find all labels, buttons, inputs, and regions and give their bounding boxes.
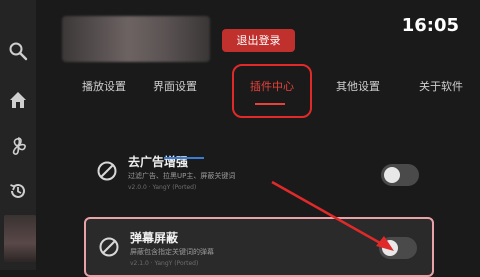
toggle-knob <box>384 167 400 183</box>
disabled-icon <box>96 160 118 182</box>
disabled-icon <box>98 236 120 258</box>
history-icon[interactable] <box>8 181 28 201</box>
search-icon[interactable] <box>8 41 28 61</box>
annotation-highlight-box <box>232 64 312 118</box>
blurred-user-info <box>62 16 210 62</box>
plugin-toggle[interactable] <box>381 164 419 186</box>
plugin-row-danmaku-block[interactable]: 弹幕屏蔽 屏蔽包含指定关键词的弹幕 v2.1.0 · YangY (Ported… <box>84 217 434 277</box>
plugin-description: 过滤广告、拉黑UP主、屏蔽关键词 <box>128 172 236 180</box>
home-icon[interactable] <box>8 90 28 110</box>
tab-other[interactable]: 其他设置 <box>336 78 380 94</box>
plugin-title: 去广告增强 <box>128 155 189 169</box>
sidebar <box>0 0 36 270</box>
plugin-version: v2.0.0 · YangY (Ported) <box>128 184 197 191</box>
toggle-knob <box>382 240 398 256</box>
plugin-description: 屏蔽包含指定关键词的弹幕 <box>130 248 214 256</box>
clock: 16:05 <box>401 15 459 36</box>
tab-interface[interactable]: 界面设置 <box>153 78 197 94</box>
annotation-underline <box>164 157 204 159</box>
tab-playback[interactable]: 播放设置 <box>82 78 126 94</box>
plugin-row-ad-filter[interactable]: 去广告增强 过滤广告、拉黑UP主、屏蔽关键词 v2.0.0 · YangY (P… <box>84 143 434 203</box>
plugin-version: v2.1.0 · YangY (Ported) <box>130 260 199 267</box>
plugin-toggle[interactable] <box>379 237 417 259</box>
tab-about[interactable]: 关于软件 <box>419 78 463 94</box>
fan-icon[interactable] <box>8 136 28 156</box>
plugin-title: 弹幕屏蔽 <box>130 231 179 245</box>
logout-button[interactable]: 退出登录 <box>222 29 295 52</box>
user-thumbnail[interactable] <box>4 215 36 262</box>
